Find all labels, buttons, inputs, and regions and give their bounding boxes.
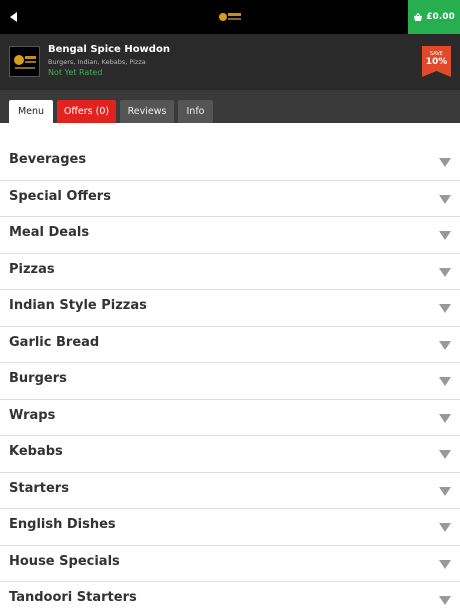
menu-category-row[interactable]: English Dishes [0,509,460,546]
restaurant-name: Bengal Spice Howdon [48,44,170,55]
chevron-down-icon [439,523,451,532]
tab-offers[interactable]: Offers (0) [57,100,116,123]
tab-info[interactable]: Info [178,100,213,123]
restaurant-logo [9,46,40,77]
menu-category-row[interactable]: Wraps [0,400,460,436]
save-badge: SAVE 10% [422,46,451,77]
save-percent: 10% [425,57,448,67]
menu-category-list: Beverages Special Offers Meal Deals Pizzas I… [0,144,460,614]
chevron-down-icon [439,486,451,496]
menu-category-label: Special Offers [9,188,111,204]
chevron-down-icon [439,377,451,386]
back-arrow-icon [10,12,17,22]
menu-category-row[interactable]: Garlic Bread [0,327,460,363]
menu-category-label: Wraps [9,407,56,423]
menu-category-row[interactable]: Kebabs [0,436,460,473]
restaurant-cuisines: Burgers, Indian, Kebabs, Pizza [48,58,146,66]
menu-category-label: Kebabs [9,444,63,459]
tab-reviews[interactable]: Reviews [120,100,174,123]
chevron-down-icon [439,267,451,277]
tab-menu[interactable]: Menu [9,100,53,123]
menu-category-row[interactable]: Indian Style Pizzas [0,290,460,327]
chevron-down-icon [439,413,451,423]
menu-category-label: Burgers [9,371,67,386]
restaurant-rating: Not Yet Rated [48,68,103,77]
menu-category-row[interactable]: Meal Deals [0,217,460,254]
chevron-down-icon [439,559,451,569]
chevron-down-icon [439,231,451,240]
menu-category-label: House Specials [9,553,120,569]
menu-category-row[interactable]: Pizzas [0,254,460,290]
chevron-down-icon [439,340,451,350]
cart-button[interactable]: £0.00 [408,0,460,34]
menu-category-label: English Dishes [9,517,116,532]
chevron-down-icon [439,304,451,313]
menu-category-label: Meal Deals [9,225,90,240]
chevron-down-icon [439,450,451,459]
tab-bar: Menu Offers (0) Reviews Info [0,90,460,123]
chevron-down-icon [439,194,451,204]
menu-category-row[interactable]: Starters [0,473,460,509]
menu-category-row[interactable]: House Specials [0,546,460,582]
top-bar: £0.00 [0,0,460,34]
menu-category-label: Garlic Bread [9,334,100,350]
menu-category-row[interactable]: Beverages [0,144,460,181]
chevron-down-icon [439,596,451,605]
shopping-basket-icon [414,12,423,21]
menu-category-label: Tandoori Starters [9,590,137,605]
chevron-down-icon [439,158,451,167]
back-button[interactable] [6,8,22,26]
menu-category-label: Starters [9,480,69,496]
menu-category-row[interactable]: Burgers [0,363,460,400]
menu-category-row[interactable]: Tandoori Starters [0,582,460,614]
restaurant-logo-small [218,9,242,25]
menu-category-label: Indian Style Pizzas [9,298,147,313]
restaurant-header: Bengal Spice Howdon Burgers, Indian, Keb… [0,34,460,90]
cart-total: £0.00 [426,12,455,22]
menu-category-label: Pizzas [9,261,55,277]
menu-category-row[interactable]: Special Offers [0,181,460,217]
menu-category-label: Beverages [9,152,87,167]
